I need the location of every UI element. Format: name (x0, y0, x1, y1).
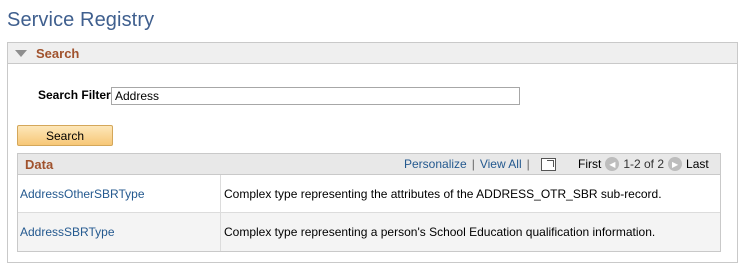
row-range: 1-2 of 2 (623, 157, 665, 171)
personalize-link[interactable]: Personalize (404, 157, 467, 171)
view-all-link[interactable]: View All (480, 157, 522, 171)
last-label: Last (686, 157, 709, 171)
table-row: AddressOtherSBRType Complex type represe… (18, 175, 720, 213)
grid-header: Data Personalize | View All | First ◀ 1-… (18, 154, 720, 175)
row-description: Complex type representing a person's Sch… (224, 225, 656, 239)
search-filter-label: Search Filter (38, 88, 111, 102)
separator: | (471, 157, 475, 171)
row-name-link[interactable]: AddressOtherSBRType (20, 187, 145, 201)
search-filter-input[interactable] (111, 87, 520, 105)
search-section: Search Search Filter Search Data Persona… (7, 42, 738, 263)
row-name-cell: AddressSBRType (18, 213, 221, 251)
zoom-icon[interactable] (540, 157, 556, 171)
grid-title: Data (25, 156, 54, 172)
row-name-link[interactable]: AddressSBRType (20, 225, 115, 239)
row-name-cell: AddressOtherSBRType (18, 175, 221, 212)
search-button[interactable]: Search (17, 125, 113, 146)
table-row: AddressSBRType Complex type representing… (18, 213, 720, 251)
collapse-arrow-icon[interactable] (15, 50, 27, 57)
page-title: Service Registry (7, 9, 155, 31)
grid-pagination: First ◀ 1-2 of 2 ▶ Last (578, 157, 709, 171)
separator: | (526, 157, 530, 171)
search-section-title: Search (36, 45, 80, 61)
previous-arrow-icon[interactable]: ◀ (605, 157, 620, 171)
search-section-header[interactable]: Search (8, 43, 737, 64)
row-description: Complex type representing the attributes… (224, 186, 662, 201)
first-label: First (578, 157, 602, 171)
grid-tools: Personalize | View All | (404, 157, 556, 171)
data-grid: Data Personalize | View All | First ◀ 1-… (17, 153, 721, 252)
next-arrow-icon[interactable]: ▶ (668, 157, 683, 171)
